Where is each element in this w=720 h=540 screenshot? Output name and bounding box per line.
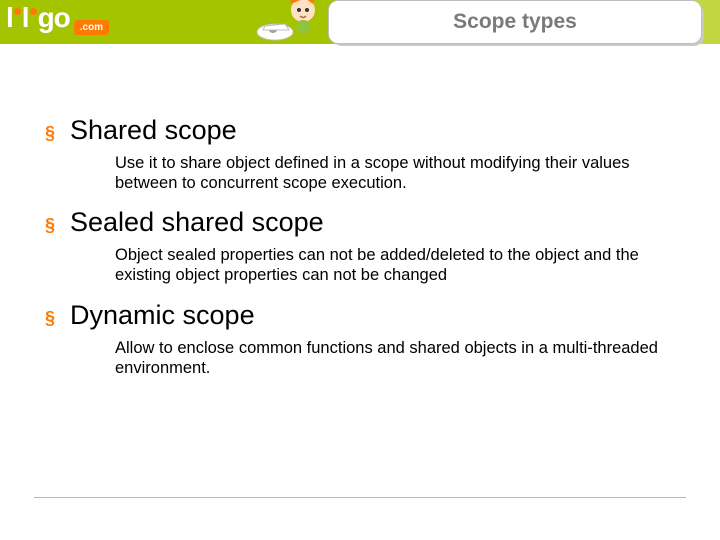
slide-title: Scope types — [453, 10, 577, 34]
logo-dot-icon — [30, 8, 37, 15]
logo-dot-icon — [14, 8, 21, 15]
bullet-icon: § — [45, 117, 55, 149]
logo: llgo .com — [6, 2, 109, 34]
mascot-icon — [255, 0, 325, 50]
item-heading: Sealed shared scope — [70, 207, 324, 238]
item-description: Object sealed properties can not be adde… — [115, 245, 675, 285]
content-area: § Shared scope Use it to share object de… — [45, 115, 685, 392]
bullet-icon: § — [45, 302, 55, 334]
bullet-item-2: § Sealed shared scope Object sealed prop… — [45, 207, 685, 285]
bullet-icon: § — [45, 209, 55, 241]
logo-com-badge: .com — [74, 20, 109, 35]
bullet-item-1: § Shared scope Use it to share object de… — [45, 115, 685, 193]
slide-title-container: Scope types — [328, 0, 702, 44]
slide: llgo .com Scope types § Shared scope Use… — [0, 0, 720, 540]
item-heading: Dynamic scope — [70, 300, 255, 331]
footer-divider — [34, 497, 686, 498]
item-description: Use it to share object defined in a scop… — [115, 153, 675, 193]
bullet-item-3: § Dynamic scope Allow to enclose common … — [45, 300, 685, 378]
item-heading: Shared scope — [70, 115, 237, 146]
logo-text: llgo — [6, 2, 70, 34]
item-description: Allow to enclose common functions and sh… — [115, 338, 675, 378]
